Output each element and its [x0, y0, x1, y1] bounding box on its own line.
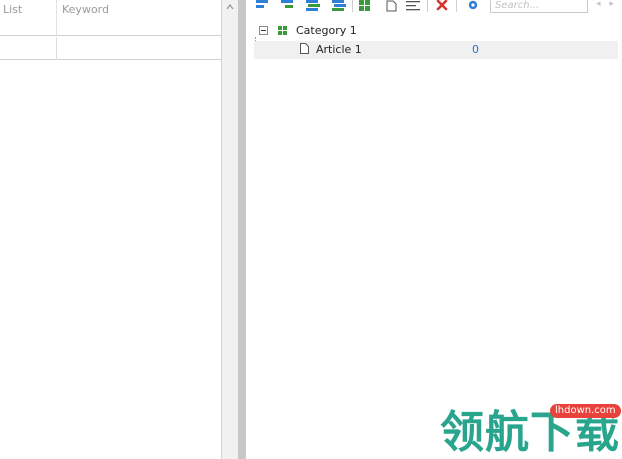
keyword-list-pane: List Keyword — [0, 0, 222, 459]
delete-icon[interactable] — [436, 0, 448, 12]
category-icon — [278, 26, 287, 35]
stack-up-icon[interactable] — [306, 0, 320, 12]
article-tree-pane: Search... ◂ ▸ Category 1 Article 1 0 — [246, 0, 622, 459]
table-row[interactable] — [0, 37, 222, 60]
toolbar-separator — [456, 0, 457, 12]
toolbar-separator — [352, 0, 353, 12]
tree-item-article[interactable]: Article 1 0 — [254, 41, 618, 59]
indent-left-icon[interactable] — [256, 0, 268, 12]
search-input[interactable]: Search... — [490, 0, 588, 13]
new-doc-icon[interactable] — [386, 0, 398, 12]
pane-splitter[interactable] — [238, 0, 246, 459]
category-label: Category 1 — [296, 24, 357, 37]
toolbar: Search... ◂ ▸ — [246, 0, 622, 16]
vertical-scrollbar[interactable] — [222, 0, 238, 459]
align-icon[interactable] — [406, 0, 420, 12]
watermark-logo: 领航下载 lhdown.com — [440, 402, 622, 459]
document-icon — [300, 43, 309, 54]
scroll-up-arrow-icon[interactable] — [225, 2, 235, 12]
article-count: 0 — [472, 43, 479, 56]
column-header-list[interactable]: List — [0, 0, 57, 36]
watermark-badge: lhdown.com — [550, 404, 621, 418]
indent-right-icon[interactable] — [281, 0, 293, 12]
tree-item-category[interactable]: Category 1 — [254, 22, 618, 40]
cell-divider — [56, 37, 57, 60]
collapse-toggle-icon[interactable] — [259, 26, 268, 35]
toolbar-separator — [427, 0, 428, 12]
column-header-keyword[interactable]: Keyword — [57, 0, 222, 36]
settings-icon[interactable] — [466, 0, 480, 12]
nav-arrows[interactable]: ◂ ▸ — [596, 0, 617, 9]
grid-icon[interactable] — [359, 0, 371, 12]
stack-down-icon[interactable] — [332, 0, 346, 12]
article-label: Article 1 — [316, 43, 362, 56]
